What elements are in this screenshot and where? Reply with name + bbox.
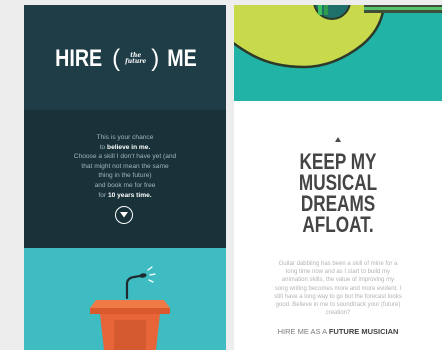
hire-future-musician-link[interactable]: HIRE ME AS A FUTURE MUSICIAN — [234, 327, 442, 336]
story-line: song writing becomes more and more evide… — [274, 285, 402, 292]
headline-line: KEEP MY — [299, 149, 377, 174]
musical-dreams-headline: KEEP MY MUSICAL DREAMS AFLOAT. — [234, 149, 442, 237]
triangle-up-icon — [335, 137, 341, 142]
headline-line: MUSICAL — [298, 170, 378, 195]
story-line: still have a long way to go but the fore… — [274, 293, 402, 300]
story-line: good. Believe in me to soundtrack your (… — [275, 302, 401, 309]
guitar-illustration — [234, 5, 442, 69]
illustration-clip — [24, 5, 226, 350]
story-line: long time now and as I start to build my — [285, 269, 391, 276]
musician-story-text: Guitar dabbling has been a skill of mine… — [264, 260, 412, 317]
podium-illustration — [90, 266, 170, 350]
headline-line: DREAMS — [300, 191, 376, 216]
cta-prefix: HIRE ME AS A — [277, 327, 329, 336]
story-line: creation? — [325, 310, 351, 317]
story-line: animation skills, the value of improving… — [281, 277, 395, 284]
story-line: Guitar dabbling has been a skill of mine… — [278, 261, 398, 267]
cta-role: FUTURE MUSICIAN — [328, 327, 399, 336]
headline-line: AFLOAT. — [302, 212, 374, 237]
musician-card: KEEP MY MUSICAL DREAMS AFLOAT. Guitar da… — [234, 5, 442, 350]
